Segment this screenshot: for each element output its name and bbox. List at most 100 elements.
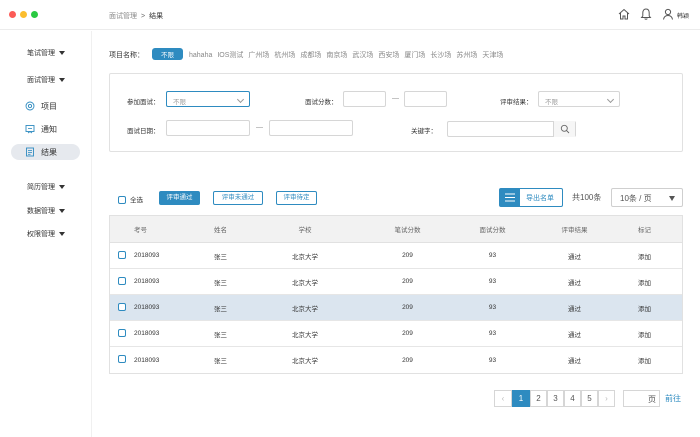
cell-mark[interactable]: 添加 [638,269,651,294]
page-button-5[interactable]: 5 [581,390,598,407]
project-option[interactable]: 成都场 [300,50,321,60]
sidebar-group-written-test[interactable]: 笔试管理 [27,48,65,58]
cell-mark[interactable]: 添加 [638,347,651,373]
row-checkbox[interactable] [118,355,126,363]
sidebar-item-project[interactable]: 项目 [11,98,80,114]
page-size-select[interactable]: 10条 / 页 [611,188,683,207]
project-option[interactable]: 南京场 [326,50,347,60]
goto-page-button[interactable]: 前往 [665,393,681,404]
table-row[interactable]: 2018093 张三 北京大学 209 93 通过 添加 [110,347,682,373]
pending-button[interactable]: 评审待定 [276,191,317,205]
cell-review-result: 通过 [568,253,581,261]
sidebar-item-notice[interactable]: 通知 [11,121,80,137]
window-minimize-button[interactable] [20,11,27,18]
project-option[interactable]: 杭州场 [274,50,295,60]
breadcrumb-parent[interactable]: 面试管理 [109,13,137,20]
fail-button[interactable]: 评审未通过 [213,191,263,205]
page-button-3[interactable]: 3 [547,390,564,407]
row-checkbox[interactable] [118,303,126,311]
project-option[interactable]: 西安场 [378,50,399,60]
project-option[interactable]: hahaha [189,52,212,59]
export-label: 导出名单 [526,195,554,202]
sidebar-item-label: 结果 [41,148,57,157]
cell-exam-id: 2018093 [134,278,160,285]
row-checkbox[interactable] [118,329,126,337]
pass-button[interactable]: 评审通过 [159,191,200,205]
cell-mark[interactable]: 添加 [638,243,651,268]
list-icon [500,189,520,206]
result-select[interactable]: 不限 [538,91,620,107]
sidebar-item-label: 通知 [41,125,57,134]
project-option[interactable]: 苏州场 [456,50,477,60]
search-button[interactable] [553,121,575,137]
table-row[interactable]: 2018093 张三 北京大学 209 93 通过 添加 [110,243,682,269]
cell-school: 北京大学 [292,305,318,313]
prev-page-button[interactable]: ‹ [494,390,512,407]
result-icon [25,147,35,157]
cell-mark[interactable]: 添加 [638,321,651,346]
project-option-selected[interactable]: 不限 [152,48,183,60]
sidebar-group-data[interactable]: 数据管理 [27,206,65,216]
sidebar-group-label: 笔试管理 [27,50,55,57]
caret-down-icon [59,78,65,83]
sidebar-group-interview[interactable]: 面试管理 [27,75,65,85]
cell-mark[interactable]: 添加 [638,295,651,320]
user-name[interactable]: 韩颖 [677,11,689,20]
header-interview-score: 面试分数 [479,227,506,234]
caret-down-icon [669,196,675,201]
bell-icon[interactable] [639,7,653,21]
project-option[interactable]: IOS测试 [217,50,243,60]
page-button-1[interactable]: 1 [512,390,530,407]
breadcrumb-separator: > [141,13,146,20]
sidebar: 笔试管理 面试管理 项目 通知 结果 简历管理 数据管理 权限管理 [0,31,92,437]
score-label: 面试分数： [305,99,338,106]
project-option[interactable]: 天津场 [482,50,503,60]
cell-interview-score: 93 [488,304,497,311]
cell-exam-id: 2018093 [134,252,160,259]
date-range-dash: — [256,124,263,131]
keyword-input[interactable] [447,121,576,137]
date-start-input[interactable] [166,120,250,136]
project-option[interactable]: 厦门场 [404,50,425,60]
table-row[interactable]: 2018093 张三 北京大学 209 93 通过 添加 [110,321,682,347]
goto-page-input[interactable]: 页 [623,390,660,407]
cell-name: 张三 [214,279,227,287]
sidebar-group-label: 权限管理 [27,231,55,238]
sidebar-group-resume[interactable]: 简历管理 [27,182,65,192]
interview-select[interactable]: 不限 [166,91,250,107]
export-button[interactable]: 导出名单 [499,188,563,207]
cell-school: 北京大学 [292,358,318,365]
date-end-input[interactable] [269,120,353,136]
cell-written-score: 209 [402,356,413,364]
next-page-button[interactable]: › [598,390,615,407]
row-checkbox[interactable] [118,251,126,259]
header-written-score: 笔试分数 [394,227,421,234]
user-icon[interactable] [661,7,675,21]
project-icon [25,101,35,111]
home-icon[interactable] [617,7,631,21]
cell-written-score: 209 [402,252,413,259]
header-review-result: 评审结果 [561,227,588,234]
project-option[interactable]: 武汉场 [352,50,373,60]
table-row[interactable]: 2018093 张三 北京大学 209 93 通过 添加 [110,295,682,321]
keyword-label: 关键字： [411,128,437,135]
window-close-button[interactable] [9,11,16,18]
cell-written-score: 209 [402,304,413,311]
sidebar-group-permission[interactable]: 权限管理 [27,229,65,239]
row-checkbox[interactable] [118,277,126,285]
project-option[interactable]: 长沙场 [430,50,451,60]
page-unit-label: 页 [648,395,656,404]
page-button-2[interactable]: 2 [530,390,547,407]
cell-exam-id: 2018093 [134,304,160,311]
select-all-checkbox[interactable]: 全选 [118,194,143,205]
interview-label: 参加面试： [127,99,160,106]
project-option[interactable]: 广州场 [248,50,269,60]
sidebar-group-label: 简历管理 [27,184,55,191]
score-max-input[interactable] [404,91,447,107]
page-button-4[interactable]: 4 [564,390,581,407]
score-min-input[interactable] [343,91,386,107]
header-mark: 标记 [638,227,651,234]
window-maximize-button[interactable] [31,11,38,18]
table-row[interactable]: 2018093 张三 北京大学 209 93 通过 添加 [110,269,682,295]
sidebar-item-result[interactable]: 结果 [11,144,80,160]
